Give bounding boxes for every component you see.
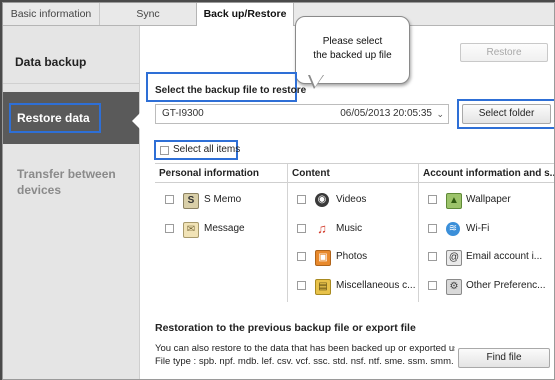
tab-basic-information[interactable]: Basic information <box>3 3 100 25</box>
select-folder-button[interactable]: Select folder <box>462 104 551 124</box>
music-icon: ♫ <box>317 221 327 236</box>
restore-button[interactable]: Restore <box>460 43 548 62</box>
tab-backup-restore[interactable]: Back up/Restore <box>196 3 294 26</box>
callout-line2: the backed up file <box>313 50 392 61</box>
item-label-other-preferences: Other Preferenc... <box>466 280 546 291</box>
restoration-file-types: File type : spb. npf. mdb. lef. csv. vcf… <box>155 356 455 367</box>
restoration-description: You can also restore to the data that ha… <box>155 343 455 354</box>
column-header-personal: Personal information <box>155 164 287 183</box>
item-label-music: Music <box>336 223 363 234</box>
callout-tooltip: Please select the backed up file <box>295 16 410 84</box>
photo-icon: ▣ <box>315 250 331 266</box>
select-file-label: Select the backup file to restore <box>155 85 307 96</box>
sidebar-item-restore-data[interactable]: Restore data <box>3 92 140 144</box>
sidebar-item-label: Transfer between <box>17 167 116 181</box>
column-header-account: Account information and s... <box>419 164 554 183</box>
smemo-icon: S <box>183 193 199 209</box>
column-divider <box>287 164 288 302</box>
checkbox-music[interactable] <box>297 224 306 233</box>
callout-tail-inner <box>310 75 323 87</box>
app-window: Basic information Sync Back up/Restore D… <box>2 2 555 380</box>
item-label-wallpaper: Wallpaper <box>466 194 511 205</box>
find-file-button[interactable]: Find file <box>458 348 550 368</box>
sidebar-item-label: Data backup <box>15 55 87 69</box>
item-label-smemo: S Memo <box>204 194 242 205</box>
checkbox-message[interactable] <box>165 224 174 233</box>
backup-file-select[interactable]: GT-I9300 06/05/2013 20:05:35 ⌄ <box>155 104 449 124</box>
tab-bar: Basic information Sync Back up/Restore <box>3 3 554 26</box>
item-label-wifi: Wi-Fi <box>466 223 490 234</box>
sidebar-item-label-line2: devices <box>17 183 62 197</box>
checkbox-wifi[interactable] <box>428 224 437 233</box>
restore-items-table: Personal information Content Account inf… <box>155 163 554 302</box>
item-label-message: Message <box>204 223 245 234</box>
selection-arrow-icon <box>132 113 140 129</box>
sidebar-item-data-backup[interactable]: Data backup <box>3 40 139 84</box>
misc-icon: ▤ <box>315 279 331 295</box>
checkbox-photos[interactable] <box>297 252 306 261</box>
tab-sync[interactable]: Sync <box>100 3 197 25</box>
sidebar-item-transfer-devices[interactable]: Transfer between devices <box>3 166 139 206</box>
sidebar-item-label: Restore data <box>17 111 90 125</box>
file-date: 06/05/2013 20:05:35 <box>340 108 432 119</box>
chevron-down-icon: ⌄ <box>436 109 444 119</box>
wifi-icon: ≋ <box>446 222 460 236</box>
checkbox-miscellaneous[interactable] <box>297 281 306 290</box>
checkbox-other-preferences[interactable] <box>428 281 437 290</box>
select-all-checkbox[interactable] <box>160 146 169 155</box>
email-icon: @ <box>446 250 462 266</box>
message-icon: ✉ <box>183 222 199 238</box>
wallpaper-icon: ▲ <box>446 193 462 209</box>
video-icon: ◉ <box>315 193 329 207</box>
sidebar: Data backup Restore data Transfer betwee… <box>3 26 140 379</box>
file-device: GT-I9300 <box>162 108 204 119</box>
preferences-icon: ⚙ <box>446 279 462 295</box>
item-label-photos: Photos <box>336 251 368 262</box>
column-header-content: Content <box>288 164 418 183</box>
checkbox-videos[interactable] <box>297 195 306 204</box>
checkbox-smemo[interactable] <box>165 195 174 204</box>
select-all-label: Select all items <box>173 144 241 155</box>
item-label-miscellaneous: Miscellaneous c... <box>336 280 416 291</box>
column-divider <box>418 164 419 302</box>
item-label-videos: Videos <box>336 194 367 205</box>
checkbox-email-account[interactable] <box>428 252 437 261</box>
callout-line1: Please select <box>322 36 383 47</box>
restoration-title: Restoration to the previous backup file … <box>155 322 416 334</box>
item-label-email-account: Email account i... <box>466 251 543 262</box>
checkbox-wallpaper[interactable] <box>428 195 437 204</box>
